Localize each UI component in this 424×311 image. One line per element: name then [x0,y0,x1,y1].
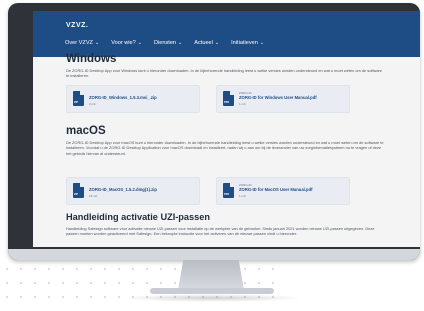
uzi-text: Handleiding Safesign software voor activ… [66,226,375,237]
zip-file-icon: ZIP [73,183,84,198]
windows-text: De ZORG-ID Desktop App voor Windows kunt… [66,68,382,79]
uzi-heading: Handleiding activatie UZI-passen [66,212,210,222]
file-name: ZORG-ID_MacOS_1.5.2.dmg(1).zip [89,187,157,192]
file-size: 1 mb [239,194,246,198]
monitor: VZVZ. Over VZVZ ⌄ Voor wie? ⌄ Diensten ⌄ Ac… [8,3,420,260]
download-card[interactable]: ZIP ZORG-ID_Windows_1.5.3.msi_.zip 2 mb [66,85,200,113]
file-size: 2 mb [89,102,96,106]
file-name: ZORG-ID_Windows_1.5.3.msi_.zip [89,95,157,100]
screen: VZVZ. Over VZVZ ⌄ Voor wie? ⌄ Diensten ⌄ Ac… [33,11,420,247]
monitor-chin [8,249,420,260]
file-size: 1 mb [239,102,246,106]
file-ext: PDF [224,193,230,196]
macos-heading: macOS [66,125,106,137]
download-card[interactable]: PDF ZORG-ID ZORG-ID for MacOS User Manua… [216,177,350,205]
download-card[interactable]: PDF ZORG-ID ZORG-ID for Windows User Man… [216,85,350,113]
download-card[interactable]: ZIP ZORG-ID_MacOS_1.5.2.dmg(1).zip 18 mb [66,177,200,205]
page-content: Windows De ZORG-ID Desktop App voor Wind… [66,39,389,247]
macos-text: De ZORG-ID Desktop App voor macOS kunt u… [66,140,384,156]
monitor-stand [178,260,244,290]
file-name: ZORG-ID for MacOS User Manual.pdf [239,187,313,192]
pdf-file-icon: PDF [223,91,234,106]
windows-heading: Windows [66,53,117,65]
vzvz-logo[interactable]: VZVZ. [66,22,88,29]
file-ext: ZIP [74,193,79,196]
file-name: ZORG-ID for Windows User Manual.pdf [239,95,317,100]
zip-file-icon: ZIP [73,91,84,106]
file-ext: PDF [224,101,230,104]
file-size: 18 mb [89,194,98,198]
stand-shadow [120,294,304,302]
file-ext: ZIP [74,101,79,104]
pdf-file-icon: PDF [223,183,234,198]
